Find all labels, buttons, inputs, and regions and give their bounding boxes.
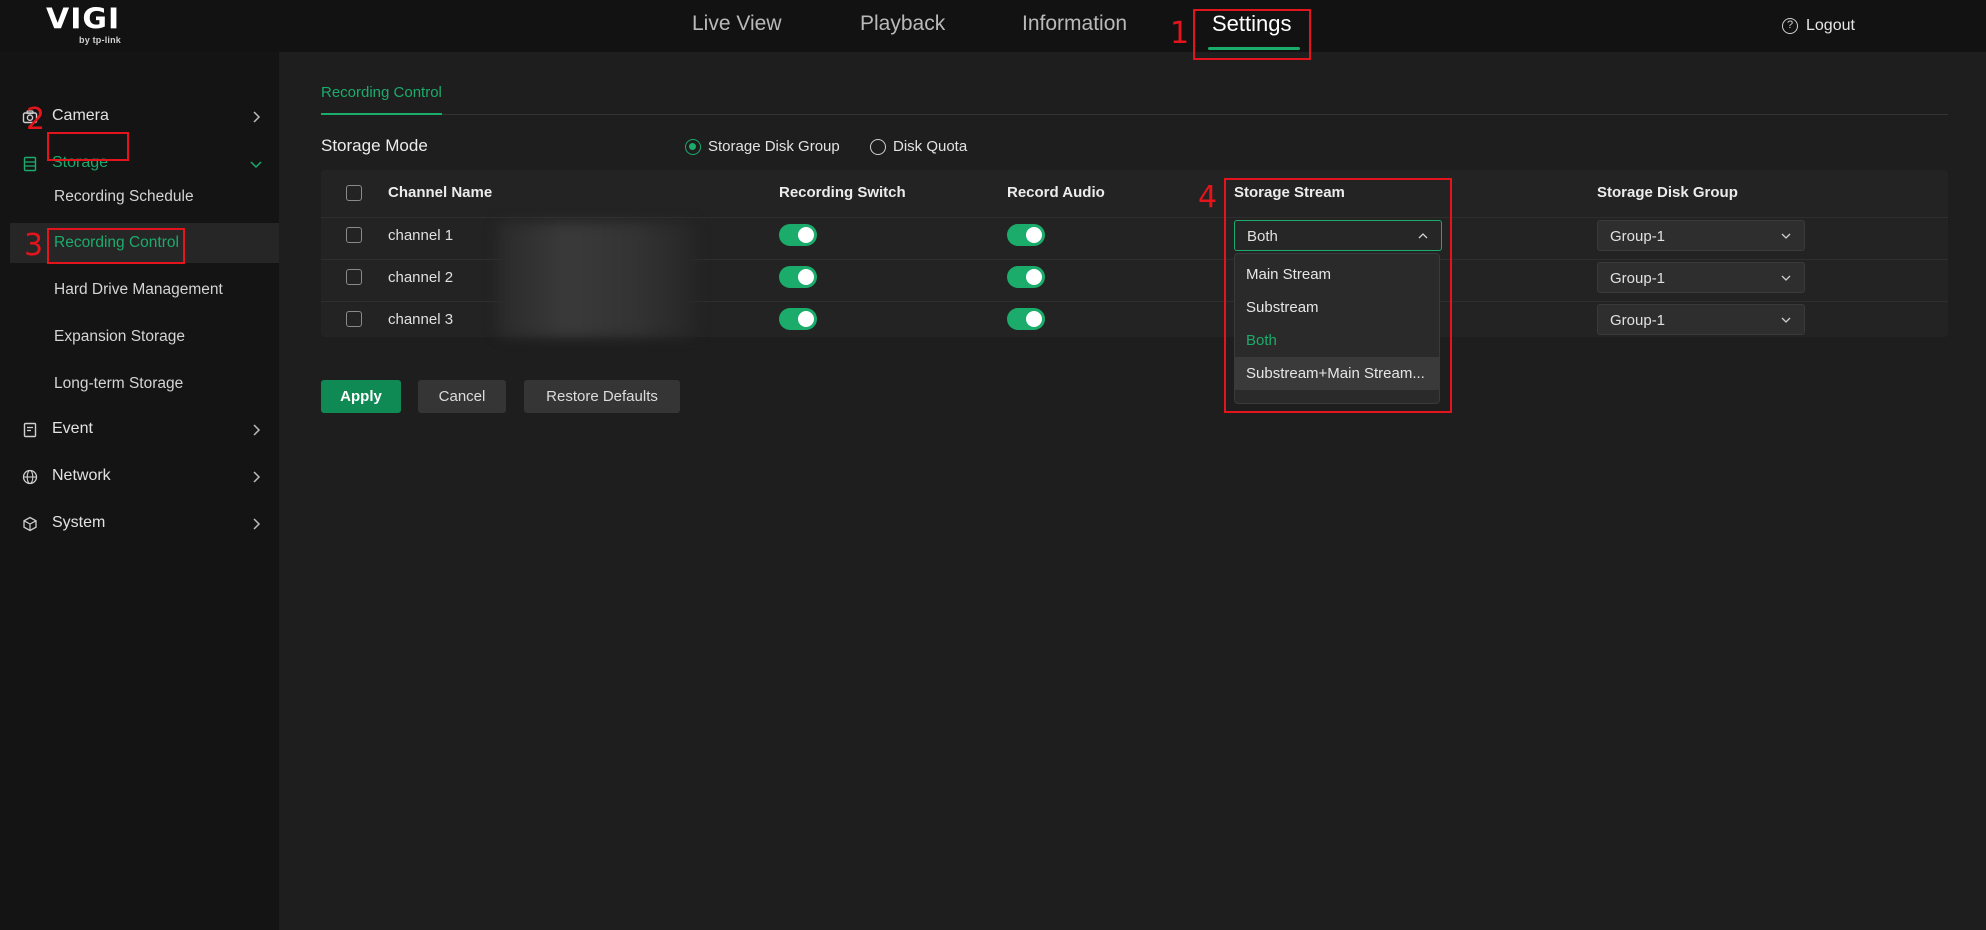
sidebar-item-network[interactable]: Network — [0, 457, 279, 497]
sidebar-item-long-term-storage[interactable]: Long-term Storage — [0, 364, 279, 404]
sidebar-item-event[interactable]: Event — [0, 410, 279, 450]
logout-button[interactable]: ? Logout — [1782, 14, 1855, 38]
radio-label: Storage Disk Group — [708, 138, 840, 155]
storage-disk-group-select-3[interactable]: Group-1 — [1597, 304, 1805, 335]
row-checkbox-channel-2[interactable] — [346, 269, 362, 285]
tab-divider — [321, 114, 1948, 115]
chevron-right-icon — [253, 111, 261, 123]
tab-active-underline — [321, 113, 442, 115]
storage-icon — [23, 156, 37, 172]
radio-label: Disk Quota — [893, 138, 968, 155]
header-channel-name: Channel Name — [388, 184, 493, 201]
header-recording-switch: Recording Switch — [779, 184, 906, 201]
sidebar: Camera Storage Recording Schedule Record… — [0, 52, 279, 930]
channel-name-3: channel 3 — [388, 311, 454, 328]
row-checkbox-channel-3[interactable] — [346, 311, 362, 327]
chevron-down-icon — [1781, 233, 1791, 239]
topnav-information[interactable]: Information — [1022, 12, 1127, 36]
restore-defaults-button[interactable]: Restore Defaults — [524, 380, 680, 413]
chevron-right-icon — [253, 424, 261, 436]
record-audio-toggle-3[interactable] — [1007, 308, 1045, 330]
sidebar-label-hard-drive-management: Hard Drive Management — [54, 281, 223, 298]
select-all-checkbox[interactable] — [346, 185, 362, 201]
channel-name-1: channel 1 — [388, 227, 454, 244]
vigi-logo: VIGI by tp-link — [46, 4, 136, 48]
apply-button[interactable]: Apply — [321, 380, 401, 413]
recording-switch-toggle-3[interactable] — [779, 308, 817, 330]
radio-storage-disk-group[interactable]: Storage Disk Group — [685, 138, 840, 155]
recording-switch-toggle-2[interactable] — [779, 266, 817, 288]
annotation-box-recording-control — [47, 228, 185, 264]
storage-disk-group-select-1[interactable]: Group-1 — [1597, 220, 1805, 251]
storage-mode-label: Storage Mode — [321, 136, 428, 155]
annotation-box-storage — [47, 132, 129, 161]
sidebar-item-expansion-storage[interactable]: Expansion Storage — [0, 317, 279, 357]
annotation-box-settings — [1193, 9, 1311, 60]
annotation-number-3: 3 — [24, 228, 44, 263]
record-audio-toggle-2[interactable] — [1007, 266, 1045, 288]
sidebar-item-system[interactable]: System — [0, 504, 279, 544]
app-root: VIGI by tp-link Live View Playback Infor… — [0, 0, 1986, 930]
cancel-button[interactable]: Cancel — [418, 380, 506, 413]
channel-name-2: channel 2 — [388, 269, 454, 286]
radio-dot — [685, 138, 701, 155]
radio-dot — [870, 138, 886, 155]
storage-disk-group-select-2[interactable]: Group-1 — [1597, 262, 1805, 293]
topnav-playback[interactable]: Playback — [860, 12, 945, 36]
sidebar-label-system: System — [52, 514, 106, 531]
logo-text: VIGI — [46, 2, 121, 37]
topnav-live-view[interactable]: Live View — [692, 12, 782, 36]
annotation-box-storage-stream — [1224, 178, 1452, 413]
chevron-right-icon — [253, 518, 261, 530]
help-circle-icon: ? — [1782, 18, 1798, 34]
event-icon — [23, 422, 37, 438]
logo-subtext: by tp-link — [79, 35, 121, 45]
storage-disk-group-value-1: Group-1 — [1610, 228, 1666, 245]
annotation-number-1: 1 — [1170, 16, 1190, 51]
sidebar-item-recording-schedule[interactable]: Recording Schedule — [0, 177, 279, 217]
cube-icon — [23, 516, 37, 532]
sidebar-label-long-term-storage: Long-term Storage — [54, 375, 184, 392]
top-bar: VIGI by tp-link Live View Playback Infor… — [0, 0, 1986, 52]
header-storage-disk-group: Storage Disk Group — [1597, 184, 1738, 201]
header-record-audio: Record Audio — [1007, 184, 1105, 201]
redacted-blur — [497, 222, 697, 337]
storage-disk-group-value-3: Group-1 — [1610, 312, 1666, 329]
annotation-number-2: 2 — [26, 102, 46, 137]
record-audio-toggle-1[interactable] — [1007, 224, 1045, 246]
sidebar-label-expansion-storage: Expansion Storage — [54, 328, 185, 345]
logout-label: Logout — [1806, 17, 1855, 34]
storage-disk-group-value-2: Group-1 — [1610, 270, 1666, 287]
recording-table: Channel Name Recording Switch Record Aud… — [321, 170, 1948, 337]
radio-disk-quota[interactable]: Disk Quota — [870, 138, 967, 155]
main-content: Recording Control Storage Mode Storage D… — [279, 52, 1986, 930]
sidebar-label-recording-schedule: Recording Schedule — [54, 188, 194, 205]
annotation-number-4: 4 — [1198, 180, 1218, 215]
sidebar-item-hard-drive-management[interactable]: Hard Drive Management — [0, 270, 279, 310]
tab-recording-control[interactable]: Recording Control — [321, 84, 442, 101]
row-divider — [321, 217, 1948, 218]
chevron-down-icon — [1781, 275, 1791, 281]
chevron-down-icon — [1781, 317, 1791, 323]
chevron-down-icon — [250, 161, 262, 169]
recording-switch-toggle-1[interactable] — [779, 224, 817, 246]
globe-icon — [22, 469, 38, 485]
sidebar-label-camera: Camera — [52, 107, 109, 124]
chevron-right-icon — [253, 471, 261, 483]
sidebar-label-network: Network — [52, 467, 111, 484]
sidebar-label-event: Event — [52, 420, 93, 437]
row-checkbox-channel-1[interactable] — [346, 227, 362, 243]
